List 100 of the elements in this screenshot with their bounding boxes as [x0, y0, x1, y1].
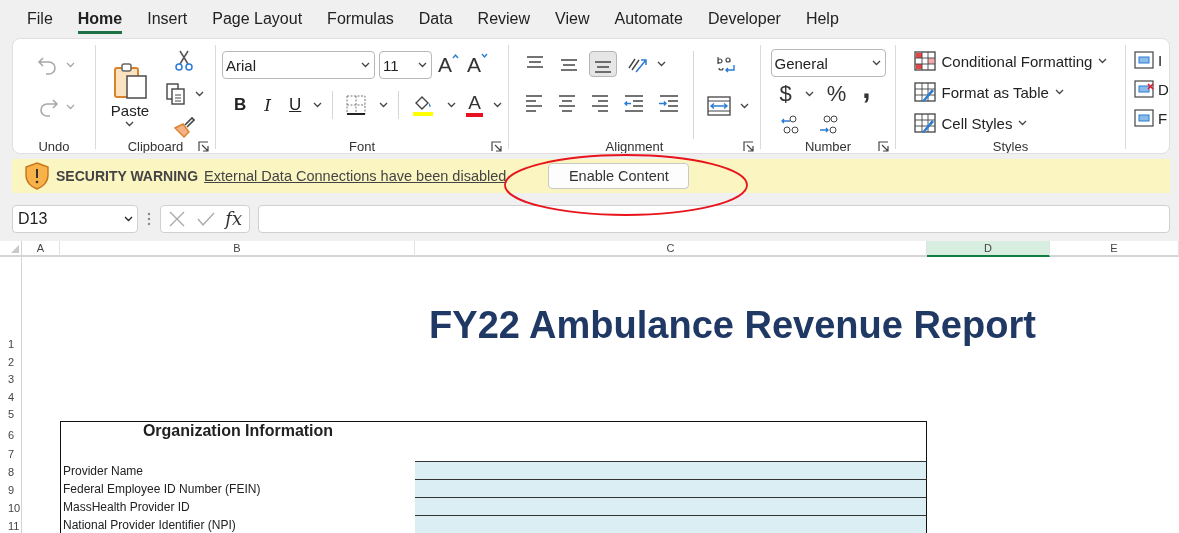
ribbon-tab[interactable]: Insert — [147, 10, 188, 35]
font-name-dropdown[interactable]: Arial — [222, 51, 375, 80]
format-cells-button[interactable]: F — [1134, 109, 1169, 128]
insert-function-button[interactable]: fx — [225, 208, 243, 230]
dialog-launcher-icon[interactable] — [743, 141, 754, 153]
align-center-icon — [556, 94, 577, 113]
caret-icon[interactable] — [195, 91, 205, 98]
caret-icon[interactable] — [1018, 120, 1028, 127]
caret-icon[interactable] — [379, 102, 389, 109]
caret-icon[interactable] — [1054, 89, 1064, 96]
paintbrush-icon — [172, 116, 195, 139]
dialog-launcher-icon[interactable] — [198, 141, 209, 153]
field-label: MassHealth Provider ID — [62, 500, 190, 515]
group-label: Undo — [38, 139, 70, 154]
caret-icon[interactable] — [493, 102, 502, 109]
group-label: Font — [349, 139, 375, 154]
ribbon-tab[interactable]: Review — [477, 10, 531, 35]
font-color-button[interactable]: A — [466, 93, 483, 118]
increase-indent-icon — [657, 94, 680, 113]
name-box[interactable]: D13 — [12, 204, 138, 233]
caret-icon[interactable] — [447, 102, 457, 109]
ribbon-tab[interactable]: Home — [77, 10, 123, 35]
paint-bucket-icon — [412, 94, 435, 117]
down-caret-icon — [481, 53, 489, 60]
borders-icon — [346, 95, 367, 116]
color-grid-icon — [913, 51, 936, 72]
field-label: Federal Employee ID Number (FEIN) — [62, 482, 261, 497]
column-header[interactable]: B — [60, 241, 415, 257]
currency-format-button[interactable]: $ — [776, 81, 795, 108]
align-left-icon — [523, 94, 544, 113]
insert-cells-icon — [1134, 51, 1154, 70]
bold-button[interactable]: B — [232, 95, 249, 116]
scissors-icon — [173, 50, 194, 73]
input-cell[interactable] — [415, 515, 927, 533]
group-label: Clipboard — [127, 139, 184, 154]
copy-icon — [166, 83, 187, 106]
italic-button[interactable]: I — [262, 95, 273, 116]
ribbon-tab[interactable]: Data — [418, 10, 453, 35]
percent-format-button[interactable]: % — [823, 81, 850, 108]
grid-brush-icon — [913, 113, 936, 134]
caret-icon[interactable] — [739, 103, 749, 110]
grid-brush-icon — [913, 82, 936, 103]
merge-cells-icon — [706, 96, 731, 117]
group-label: Number — [804, 139, 852, 154]
ribbon-tab[interactable]: File — [27, 10, 53, 35]
increase-font-size-button[interactable]: A — [436, 53, 462, 78]
cell-styles-button[interactable]: Cell Styles — [911, 113, 1110, 134]
column-header[interactable]: D — [927, 241, 1050, 257]
vertical-dots-icon — [146, 210, 152, 227]
formula-input[interactable] — [258, 204, 1170, 233]
dialog-launcher-icon[interactable] — [878, 141, 889, 153]
font-size-dropdown[interactable]: 11 — [379, 51, 432, 80]
warning-message-link[interactable]: External Data Connections have been disabled — [204, 167, 507, 184]
dialog-launcher-icon[interactable] — [491, 141, 502, 153]
caret-icon[interactable] — [871, 60, 881, 67]
report-title: FY22 Ambulance Revenue Report — [429, 304, 1036, 347]
ribbon-tab[interactable]: View — [555, 10, 590, 35]
clipboard-icon — [112, 61, 148, 100]
column-header[interactable]: E — [1050, 241, 1179, 257]
decrease-font-size-button[interactable]: A — [465, 53, 491, 78]
caret-icon[interactable] — [124, 215, 133, 222]
delete-cells-icon — [1134, 80, 1154, 99]
caret-icon[interactable] — [418, 62, 427, 69]
ribbon-tab[interactable]: Page Layout — [212, 10, 303, 35]
warning-title: SECURITY WARNING — [56, 167, 199, 184]
section-heading: Organization Information — [141, 422, 335, 441]
insert-cells-button[interactable]: I — [1134, 51, 1169, 70]
input-cell[interactable] — [415, 461, 927, 479]
format-as-table-button[interactable]: Format as Table — [911, 82, 1110, 103]
caret-icon[interactable] — [1098, 58, 1108, 65]
caret-icon[interactable] — [313, 102, 323, 109]
input-cell[interactable] — [415, 479, 927, 497]
input-cell[interactable] — [415, 497, 927, 515]
field-label: Provider Name — [62, 464, 144, 479]
enable-content-button[interactable]: Enable Content — [548, 162, 690, 189]
number-format-dropdown[interactable]: General — [770, 49, 886, 78]
underline-button[interactable]: U — [287, 95, 304, 116]
undo-icon — [36, 54, 59, 77]
field-label: National Provider Identifier (NPI) — [62, 518, 236, 533]
conditional-formatting-button[interactable]: Conditional Formatting — [911, 51, 1110, 72]
column-header[interactable]: C — [415, 241, 927, 257]
ribbon-tab[interactable]: Automate — [614, 10, 683, 35]
decrease-decimal-icon — [817, 114, 840, 137]
caret-icon[interactable] — [656, 61, 666, 68]
caret-icon[interactable] — [361, 62, 370, 69]
paste-button[interactable]: Paste — [106, 59, 154, 129]
align-right-icon — [589, 94, 610, 113]
format-cells-icon — [1134, 109, 1154, 128]
caret-icon[interactable] — [804, 91, 814, 98]
caret-icon[interactable] — [125, 120, 135, 127]
ribbon-tab[interactable]: Formulas — [327, 10, 394, 35]
decrease-indent-icon — [622, 94, 645, 113]
comma-format-button[interactable]: , — [859, 75, 874, 102]
ribbon-tab[interactable]: Help — [805, 10, 839, 35]
ribbon-tab[interactable]: Developer — [707, 10, 781, 35]
group-label: Styles — [992, 139, 1029, 154]
shield-icon — [24, 161, 50, 190]
vertical-align-button[interactable] — [588, 51, 617, 78]
column-header[interactable]: A — [22, 241, 60, 257]
delete-cells-button[interactable]: D — [1134, 80, 1169, 99]
